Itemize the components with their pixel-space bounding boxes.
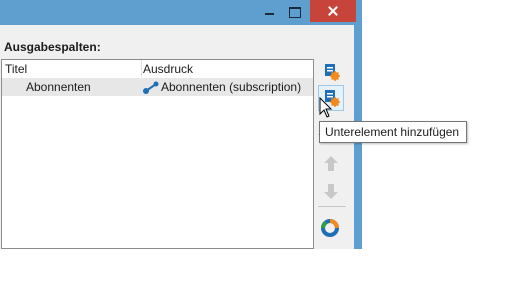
add-element-icon	[318, 59, 344, 85]
title-bar	[0, 0, 362, 25]
column-header-title[interactable]: Titel	[5, 62, 27, 76]
dialog-window: Ausgabespalten: Titel Ausdruck Abonnente…	[0, 0, 362, 249]
close-button[interactable]	[310, 0, 356, 22]
output-columns-label: Ausgabespalten:	[4, 40, 101, 54]
dialog-content: Ausgabespalten: Titel Ausdruck Abonnente…	[0, 25, 354, 249]
maximize-button[interactable]	[283, 0, 305, 22]
column-header-expression[interactable]: Ausdruck	[143, 62, 193, 76]
grid-header: Titel Ausdruck	[2, 60, 313, 77]
settings-icon	[318, 215, 344, 241]
move-down-button[interactable]	[318, 178, 344, 204]
side-toolbar	[314, 59, 354, 249]
link-icon	[142, 81, 160, 94]
add-element-button[interactable]	[318, 59, 344, 85]
minimize-button[interactable]	[258, 0, 280, 22]
arrow-down-icon	[318, 178, 344, 204]
move-up-button[interactable]	[318, 151, 344, 177]
output-columns-grid[interactable]: Titel Ausdruck Abonnenten Abonnenten (su…	[1, 59, 314, 249]
column-divider[interactable]	[141, 60, 142, 77]
row-title-cell: Abonnenten	[26, 80, 91, 94]
tooltip: Unterelement hinzufügen	[319, 121, 467, 143]
table-row[interactable]: Abonnenten Abonnenten (subscription)	[2, 78, 313, 96]
arrow-up-icon	[318, 151, 344, 177]
row-expression-cell: Abonnenten (subscription)	[161, 80, 302, 94]
mouse-cursor-icon	[319, 96, 333, 119]
settings-button[interactable]	[318, 215, 344, 241]
toolbar-separator	[318, 206, 346, 207]
